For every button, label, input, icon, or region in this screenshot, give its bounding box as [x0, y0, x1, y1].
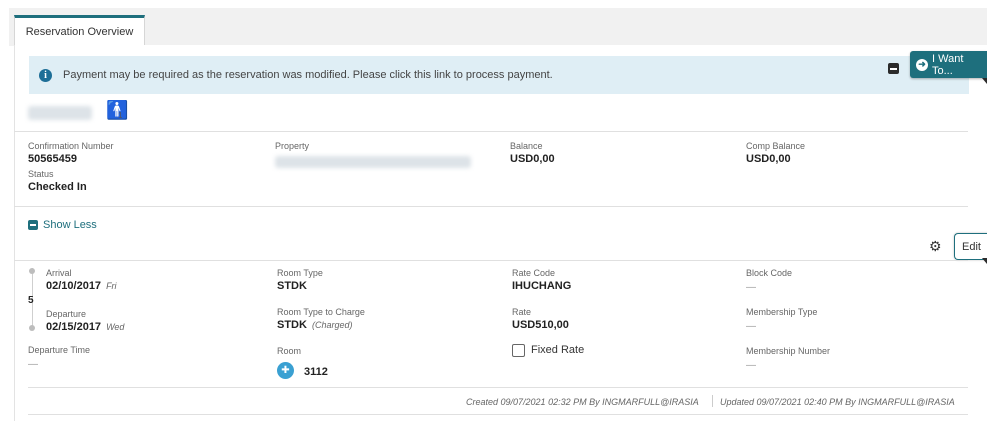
- fixed-rate-checkbox[interactable]: [512, 344, 525, 357]
- property-value-redacted: [275, 156, 471, 168]
- guest-row: 🚹 1: [28, 100, 968, 130]
- i-want-to-button[interactable]: ➜ I Want To...: [910, 51, 987, 78]
- departure-day: Wed: [106, 322, 125, 332]
- arrow-right-icon: ➜: [916, 58, 928, 71]
- gear-icon[interactable]: ⚙: [929, 238, 942, 255]
- comp-balance-value: USD0,00: [746, 153, 791, 165]
- arrival-value: 02/10/2017 Fri: [46, 280, 117, 292]
- room-type-charge-label: Room Type to Charge: [277, 307, 365, 317]
- show-less-toggle[interactable]: Show Less: [28, 219, 97, 231]
- tab-bar: [9, 8, 987, 46]
- property-label: Property: [275, 141, 310, 151]
- departure-date: 02/15/2017: [46, 321, 102, 333]
- divider: [14, 131, 968, 132]
- divider: [14, 260, 968, 261]
- show-less-label: Show Less: [43, 219, 97, 231]
- info-icon: i: [39, 68, 52, 82]
- room-type-label: Room Type: [277, 268, 323, 278]
- edit-button[interactable]: Edit: [954, 233, 987, 260]
- payment-banner-message[interactable]: Payment may be required as the reservati…: [63, 69, 553, 81]
- departure-label: Departure: [46, 309, 87, 319]
- payment-banner[interactable]: i Payment may be required as the reserva…: [29, 56, 969, 94]
- membership-type-label: Membership Type: [746, 307, 818, 317]
- rate-code-label: Rate Code: [512, 268, 556, 278]
- status-value: Checked In: [28, 181, 87, 193]
- room-type-charge-note: (Charged): [311, 320, 353, 330]
- timeline-end-dot: [29, 325, 35, 331]
- block-code-value: —: [746, 282, 756, 293]
- membership-number-value: —: [746, 360, 756, 371]
- updated-info: Updated 09/07/2021 02:40 PM By INGMARFUL…: [720, 397, 955, 407]
- block-code-label: Block Code: [746, 268, 793, 278]
- departure-value: 02/15/2017 Wed: [46, 321, 124, 333]
- arrival-day: Fri: [106, 281, 117, 291]
- guest-name-redacted[interactable]: [28, 106, 92, 120]
- room-type-charge-code: STDK: [277, 319, 307, 331]
- fixed-rate-label: Fixed Rate: [531, 344, 585, 356]
- tab-reservation-overview[interactable]: Reservation Overview: [14, 15, 145, 45]
- rate-value: USD510,00: [512, 319, 569, 331]
- room-value[interactable]: 3112: [304, 366, 328, 378]
- divider: [28, 414, 968, 415]
- balance-label: Balance: [510, 141, 543, 151]
- i-want-to-label: I Want To...: [932, 52, 964, 77]
- room-assign-icon[interactable]: ✚: [277, 362, 294, 379]
- edit-label: Edit: [962, 240, 981, 253]
- corner-fold: [982, 78, 987, 84]
- membership-number-label: Membership Number: [746, 346, 831, 356]
- room-label: Room: [277, 346, 302, 356]
- room-type-value: STDK: [277, 280, 307, 292]
- status-label: Status: [28, 169, 54, 179]
- divider: [14, 206, 968, 207]
- corner-fold: [982, 258, 987, 264]
- guest-count: 1: [118, 111, 123, 120]
- divider: [28, 387, 968, 388]
- room-type-charge-value: STDK (Charged): [277, 319, 352, 331]
- comp-balance-label: Comp Balance: [746, 141, 806, 151]
- created-info: Created 09/07/2021 02:32 PM By INGMARFUL…: [466, 397, 699, 407]
- rate-label: Rate: [512, 307, 532, 317]
- tab-label: Reservation Overview: [25, 25, 134, 38]
- footer-separator: [712, 395, 713, 407]
- confirmation-label: Confirmation Number: [28, 141, 114, 151]
- rate-code-value: IHUCHANG: [512, 280, 572, 292]
- collapse-banner-button[interactable]: [888, 63, 899, 74]
- arrival-date: 02/10/2017: [46, 280, 102, 292]
- balance-value[interactable]: USD0,00: [510, 153, 555, 165]
- top-band: [0, 0, 987, 8]
- nights-count: 5: [28, 295, 34, 306]
- membership-type-value: —: [746, 321, 756, 332]
- timeline-start-dot: [29, 268, 35, 274]
- departure-time-label: Departure Time: [28, 345, 91, 355]
- minus-square-icon: [28, 220, 38, 230]
- arrival-label: Arrival: [46, 268, 72, 278]
- departure-time-value: —: [28, 359, 38, 370]
- confirmation-value: 50565459: [28, 153, 77, 165]
